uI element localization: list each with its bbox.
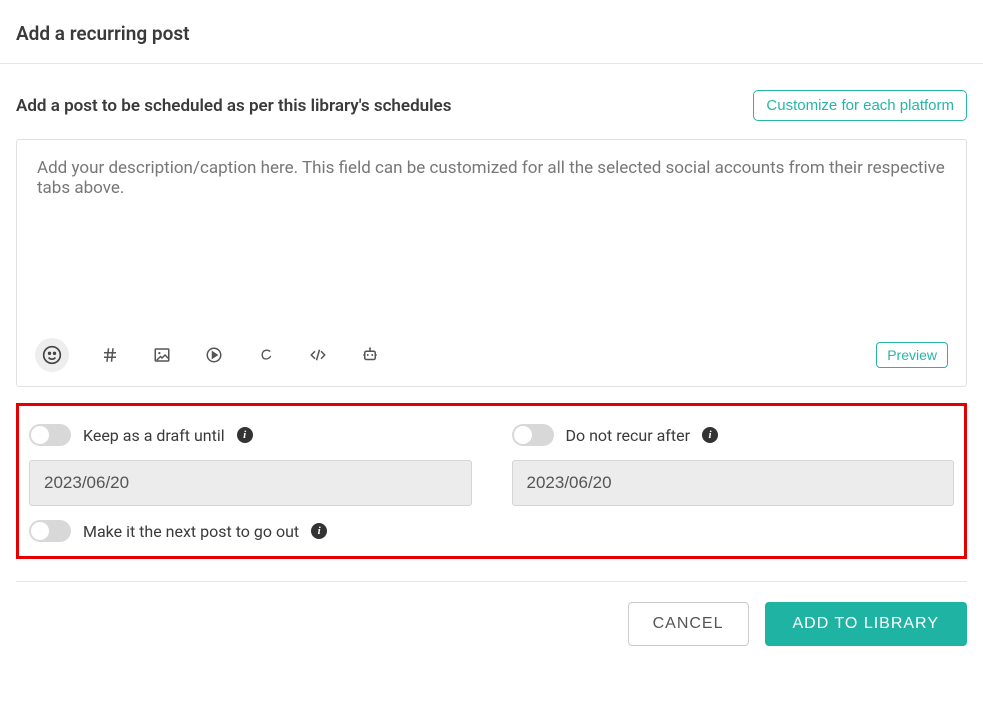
code-icon[interactable] — [307, 344, 329, 366]
page-title: Add a recurring post — [0, 0, 983, 63]
info-icon[interactable]: i — [311, 523, 327, 539]
canva-icon[interactable] — [255, 344, 277, 366]
info-icon[interactable]: i — [237, 427, 253, 443]
norecur-label: Do not recur after — [566, 426, 691, 445]
emoji-icon[interactable] — [35, 338, 69, 372]
draft-toggle[interactable] — [29, 424, 71, 446]
draft-label: Keep as a draft until — [83, 426, 225, 445]
hashtag-icon[interactable] — [99, 344, 121, 366]
norecur-date-input[interactable] — [512, 460, 955, 506]
add-to-library-button[interactable]: ADD TO LIBRARY — [765, 602, 968, 646]
options-highlight-box: Keep as a draft until i Do not recur aft… — [16, 403, 967, 559]
nextpost-label: Make it the next post to go out — [83, 522, 299, 541]
cancel-button[interactable]: CANCEL — [628, 602, 749, 646]
video-icon[interactable] — [203, 344, 225, 366]
nextpost-toggle[interactable] — [29, 520, 71, 542]
caption-textarea[interactable]: Add your description/caption here. This … — [17, 140, 966, 330]
preview-button[interactable]: Preview — [876, 342, 948, 368]
draft-date-input[interactable] — [29, 460, 472, 506]
norecur-toggle[interactable] — [512, 424, 554, 446]
image-icon[interactable] — [151, 344, 173, 366]
post-editor: Add your description/caption here. This … — [16, 139, 967, 387]
info-icon[interactable]: i — [702, 427, 718, 443]
editor-toolbar: Preview — [17, 330, 966, 386]
ai-robot-icon[interactable] — [359, 344, 381, 366]
subheader-text: Add a post to be scheduled as per this l… — [16, 96, 451, 116]
customize-per-platform-button[interactable]: Customize for each platform — [753, 90, 967, 121]
